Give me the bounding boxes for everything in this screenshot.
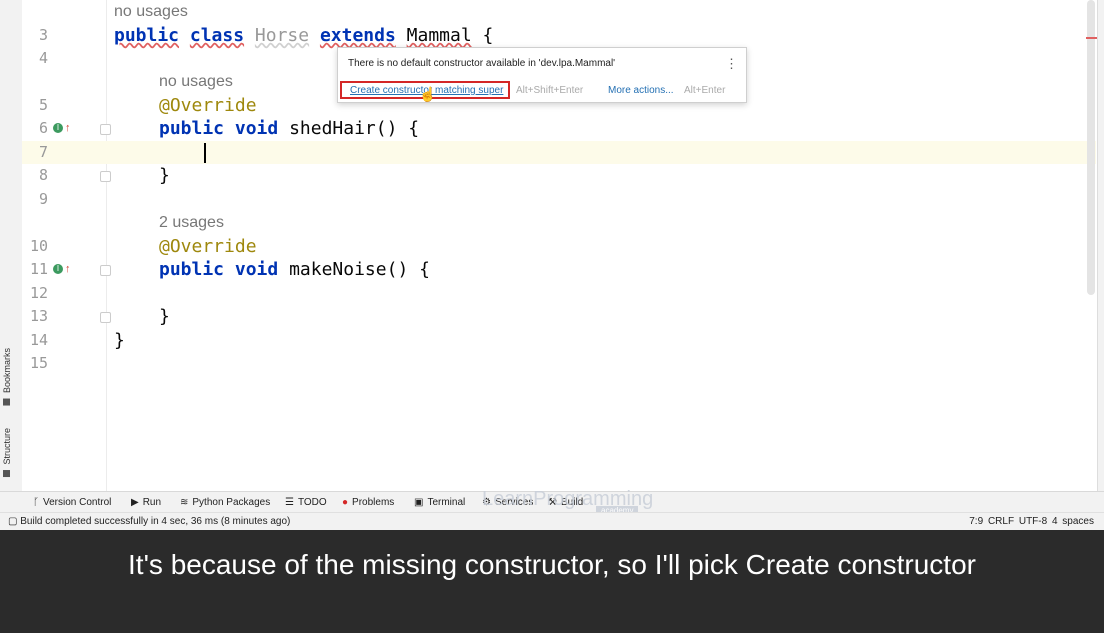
- current-line-highlight: [22, 141, 1096, 164]
- code-line-method[interactable]: public void makeNoise() {: [159, 258, 430, 281]
- todo-tab[interactable]: ☰ TODO: [285, 497, 327, 508]
- code-line-brace[interactable]: }: [114, 329, 125, 352]
- python-packages-tab[interactable]: ≋ Python Packages: [180, 497, 270, 508]
- implements-method-icon[interactable]: I ↑: [53, 117, 71, 140]
- terminal-icon: ▣: [414, 497, 424, 508]
- fold-icon[interactable]: [100, 171, 111, 182]
- fold-icon[interactable]: [100, 265, 111, 276]
- indent-setting[interactable]: 4 spaces: [1052, 516, 1094, 527]
- window-icon: ▢: [8, 516, 21, 527]
- line-ending[interactable]: CRLF: [988, 516, 1014, 527]
- vertical-scrollbar[interactable]: [1087, 0, 1095, 295]
- run-tab[interactable]: ▶ Run: [131, 497, 161, 508]
- code-line-annotation[interactable]: @Override: [159, 235, 257, 258]
- code-line-brace[interactable]: }: [159, 164, 170, 187]
- line-number: 3: [38, 26, 48, 44]
- usage-hint[interactable]: 2 usages: [159, 214, 224, 232]
- watermark-logo: LearnProgramming academy: [482, 488, 654, 515]
- error-icon: ●: [342, 497, 349, 508]
- ide-window: Bookmarks Structure 3 4 5 6 7 8 9 10 11 …: [0, 0, 1104, 530]
- text-caret: [204, 143, 206, 163]
- packages-icon: ≋: [180, 497, 189, 508]
- line-number: 12: [29, 284, 48, 302]
- line-number: 9: [38, 190, 48, 208]
- line-number: 8: [38, 166, 48, 184]
- left-tool-strip: Bookmarks Structure: [0, 0, 23, 491]
- structure-tab[interactable]: Structure: [2, 428, 12, 478]
- structure-icon: [3, 470, 11, 478]
- intention-popup: There is no default constructor availabl…: [337, 47, 747, 103]
- line-number: 15: [29, 354, 48, 372]
- action-shortcut: Alt+Shift+Enter: [516, 85, 584, 96]
- more-actions-shortcut: Alt+Enter: [684, 85, 726, 96]
- version-control-tab[interactable]: ᚴ Version Control: [33, 497, 111, 508]
- caret-position[interactable]: 7:9: [969, 516, 983, 527]
- line-number: 14: [29, 331, 48, 349]
- bookmark-icon: [3, 398, 11, 406]
- problems-tab[interactable]: ● Problems: [342, 497, 394, 508]
- more-actions-link[interactable]: More actions...: [608, 85, 674, 96]
- line-number: 4: [38, 49, 48, 67]
- play-icon: ▶: [131, 497, 139, 508]
- more-options-icon[interactable]: ⋮: [725, 56, 738, 72]
- usage-hint[interactable]: no usages: [114, 3, 188, 21]
- hand-cursor-icon: ☝: [419, 86, 437, 102]
- bookmarks-tab[interactable]: Bookmarks: [2, 348, 12, 406]
- code-line-method[interactable]: public void shedHair() {: [159, 117, 419, 140]
- fold-icon[interactable]: [100, 312, 111, 323]
- right-tool-strip: [1097, 0, 1104, 491]
- popup-message: There is no default constructor availabl…: [348, 58, 616, 69]
- code-line-annotation[interactable]: @Override: [159, 94, 257, 117]
- status-message[interactable]: ▢ Build completed successfully in 4 sec,…: [8, 516, 290, 527]
- code-line-brace[interactable]: }: [159, 305, 170, 328]
- line-number: 5: [38, 96, 48, 114]
- status-bar: ▢ Build completed successfully in 4 sec,…: [0, 512, 1104, 530]
- line-number: 11: [29, 260, 48, 278]
- fold-icon[interactable]: [100, 124, 111, 135]
- code-line-class[interactable]: public class Horse extends Mammal {: [114, 24, 493, 47]
- line-number: 6: [38, 119, 48, 137]
- implements-method-icon[interactable]: I ↑: [53, 258, 71, 281]
- line-number: 7: [38, 143, 48, 161]
- video-subtitle: It's because of the missing constructor,…: [0, 530, 1104, 633]
- branch-icon: ᚴ: [33, 497, 39, 508]
- usage-hint[interactable]: no usages: [159, 73, 233, 91]
- status-right: 7:9 CRLF UTF-8 4 spaces: [969, 516, 1094, 527]
- line-number: 13: [29, 307, 48, 325]
- file-encoding[interactable]: UTF-8: [1019, 516, 1047, 527]
- list-icon: ☰: [285, 497, 294, 508]
- line-number: 10: [29, 237, 48, 255]
- terminal-tab[interactable]: ▣ Terminal: [414, 497, 465, 508]
